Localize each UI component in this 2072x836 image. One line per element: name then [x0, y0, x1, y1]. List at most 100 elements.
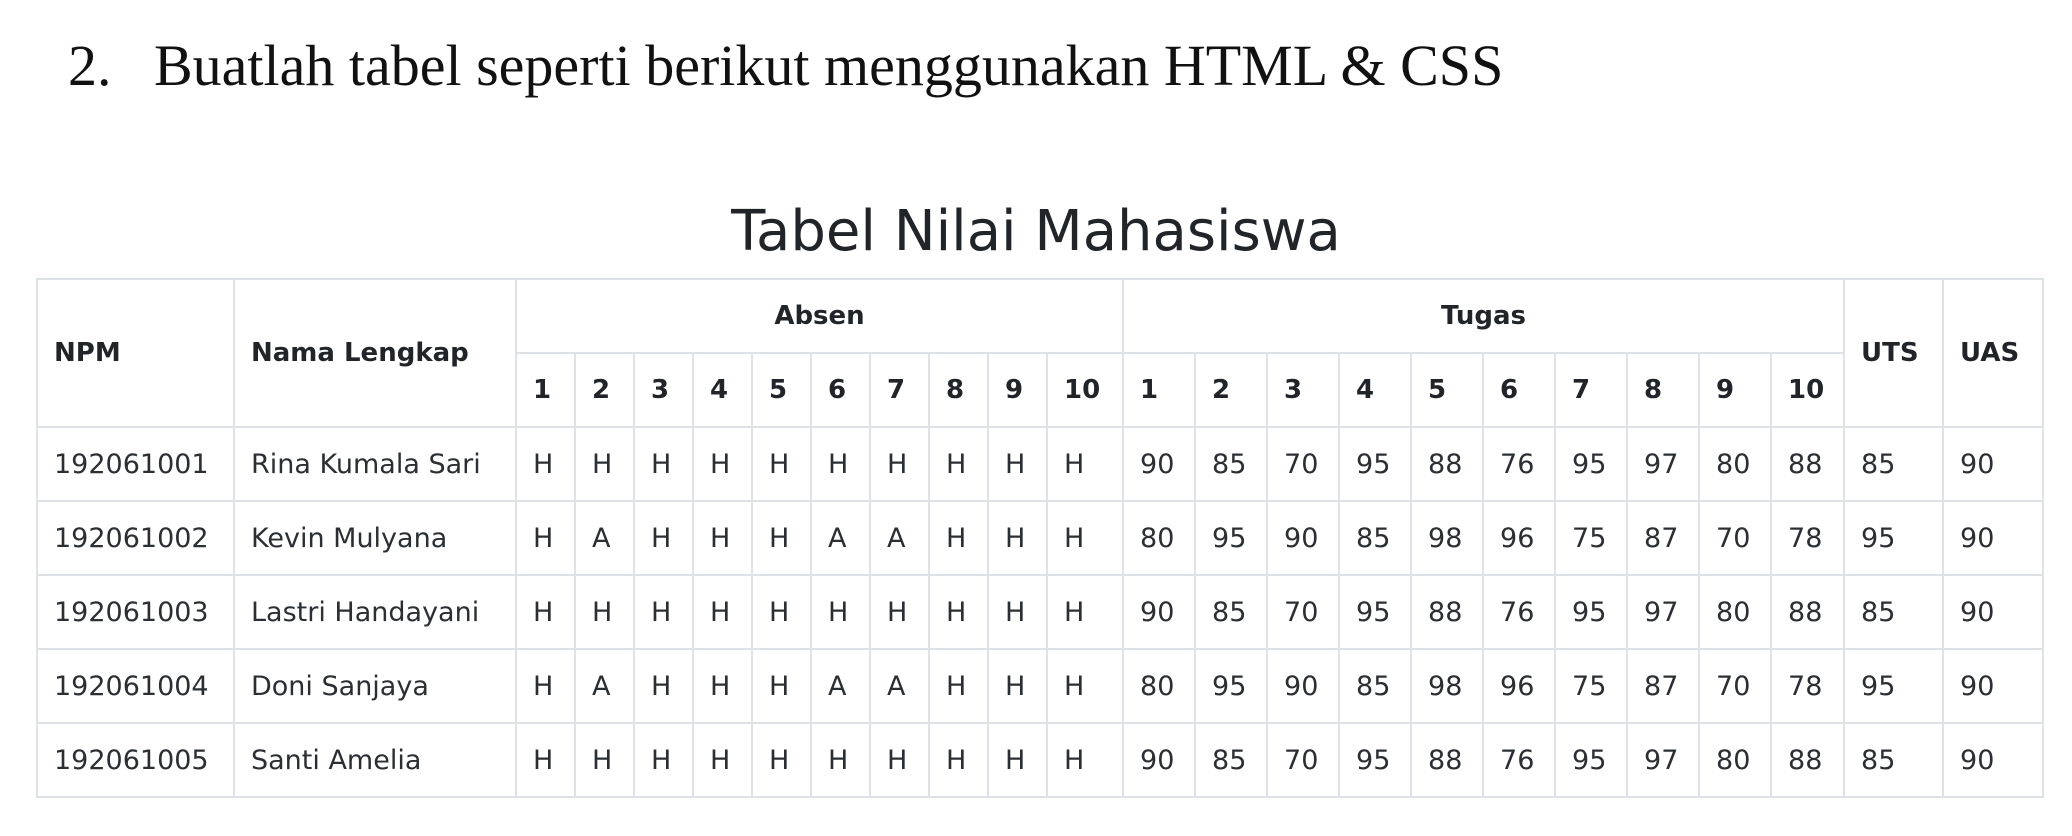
cell-tugas-6: 76	[1482, 574, 1557, 650]
cell-npm: 192061003	[36, 574, 235, 650]
cell-absen-2: A	[574, 500, 635, 576]
cell-absen-1: H	[515, 500, 576, 576]
cell-absen-3: H	[633, 500, 694, 576]
cell-uts: 85	[1843, 426, 1945, 502]
cell-tugas-7: 75	[1554, 500, 1629, 576]
cell-tugas-3: 70	[1266, 722, 1341, 798]
cell-absen-9: H	[987, 722, 1048, 798]
cell-absen-5: H	[751, 648, 812, 724]
cell-absen-3: H	[633, 426, 694, 502]
header-absen-7: 7	[869, 352, 930, 428]
table-row: 192061002 Kevin Mulyana H A H H H A A H H H 80 95 90 85…	[36, 500, 2045, 576]
cell-tugas-1: 80	[1122, 500, 1197, 576]
cell-absen-1: H	[515, 426, 576, 502]
cell-tugas-5: 88	[1410, 722, 1485, 798]
cell-absen-7: H	[869, 426, 930, 502]
cell-npm: 192061005	[36, 722, 235, 798]
cell-absen-7: A	[869, 500, 930, 576]
cell-uas: 90	[1942, 722, 2045, 798]
cell-tugas-1: 90	[1122, 574, 1197, 650]
header-absen-4: 4	[692, 352, 753, 428]
cell-absen-4: H	[692, 426, 753, 502]
cell-absen-7: H	[869, 574, 930, 650]
cell-absen-2: H	[574, 426, 635, 502]
cell-absen-10: H	[1045, 500, 1125, 576]
table-title: Tabel Nilai Mahasiswa	[731, 199, 1341, 264]
cell-uas: 90	[1942, 500, 2045, 576]
cell-tugas-10: 88	[1770, 426, 1846, 502]
cell-absen-6: H	[810, 722, 871, 798]
header-tugas-10: 10	[1770, 352, 1846, 428]
cell-absen-8: H	[928, 500, 989, 576]
table-row: 192061003 Lastri Handayani H H H H H H H H H H 90 85 7…	[36, 574, 2045, 650]
cell-tugas-4: 85	[1338, 648, 1413, 724]
header-absen-2: 2	[574, 352, 635, 428]
header-npm: NPM	[36, 278, 235, 428]
header-tugas-1: 1	[1122, 352, 1197, 428]
table-row: 192061005 Santi Amelia H H H H H H H H H H 90 85 70 95 8…	[36, 722, 2045, 798]
cell-tugas-3: 70	[1266, 574, 1341, 650]
cell-tugas-2: 85	[1194, 574, 1269, 650]
cell-nama: Kevin Mulyana	[233, 500, 517, 576]
cell-uas: 90	[1942, 574, 2045, 650]
cell-tugas-7: 95	[1554, 574, 1629, 650]
cell-absen-2: A	[574, 648, 635, 724]
cell-tugas-2: 95	[1194, 500, 1269, 576]
cell-tugas-8: 97	[1626, 426, 1701, 502]
cell-tugas-3: 70	[1266, 426, 1341, 502]
header-absen: Absen	[514, 278, 1125, 354]
cell-tugas-3: 90	[1266, 500, 1341, 576]
header-tugas-9: 9	[1698, 352, 1773, 428]
header-tugas: Tugas	[1122, 278, 1846, 354]
cell-absen-5: H	[751, 426, 812, 502]
instruction-number: 2.	[68, 33, 112, 98]
header-tugas-4: 4	[1338, 352, 1413, 428]
table-row: 192061004 Doni Sanjaya H A H H H A A H H H 80 95 90 85 9…	[36, 648, 2045, 724]
cell-absen-6: A	[810, 500, 871, 576]
cell-absen-5: H	[751, 574, 812, 650]
cell-tugas-3: 90	[1266, 648, 1341, 724]
cell-absen-9: H	[987, 574, 1048, 650]
cell-tugas-7: 95	[1554, 426, 1629, 502]
cell-absen-7: H	[869, 722, 930, 798]
cell-absen-3: H	[633, 574, 694, 650]
cell-tugas-10: 78	[1770, 648, 1846, 724]
cell-absen-4: H	[692, 648, 753, 724]
cell-absen-2: H	[574, 574, 635, 650]
header-tugas-2: 2	[1194, 352, 1269, 428]
cell-npm: 192061002	[36, 500, 235, 576]
header-tugas-7: 7	[1554, 352, 1629, 428]
cell-tugas-9: 80	[1698, 722, 1773, 798]
header-tugas-8: 8	[1626, 352, 1701, 428]
header-tugas-5: 5	[1410, 352, 1485, 428]
header-absen-1: 1	[515, 352, 576, 428]
cell-absen-2: H	[574, 722, 635, 798]
instruction-line: 2. Buatlah tabel seperti berikut mengguna…	[68, 28, 1503, 104]
cell-tugas-4: 95	[1338, 426, 1413, 502]
cell-tugas-9: 80	[1698, 426, 1773, 502]
cell-tugas-8: 87	[1626, 500, 1701, 576]
cell-tugas-2: 85	[1194, 426, 1269, 502]
header-absen-6: 6	[810, 352, 871, 428]
instruction-text: Buatlah tabel seperti berikut menggunaka…	[154, 33, 1504, 98]
cell-uas: 90	[1942, 648, 2045, 724]
cell-tugas-5: 98	[1410, 500, 1485, 576]
cell-uts: 85	[1843, 574, 1945, 650]
cell-tugas-10: 88	[1770, 574, 1846, 650]
cell-tugas-4: 95	[1338, 574, 1413, 650]
cell-absen-10: H	[1045, 426, 1125, 502]
cell-tugas-10: 88	[1770, 722, 1846, 798]
cell-absen-6: H	[810, 574, 871, 650]
cell-absen-4: H	[692, 574, 753, 650]
header-absen-9: 9	[987, 352, 1048, 428]
header-absen-10: 10	[1045, 352, 1125, 428]
cell-tugas-9: 70	[1698, 500, 1773, 576]
cell-absen-9: H	[987, 500, 1048, 576]
cell-tugas-4: 95	[1338, 722, 1413, 798]
cell-tugas-1: 90	[1122, 722, 1197, 798]
header-nama-lengkap: Nama Lengkap	[233, 278, 517, 428]
cell-uts: 95	[1843, 648, 1945, 724]
cell-absen-1: H	[515, 722, 576, 798]
cell-tugas-5: 88	[1410, 574, 1485, 650]
cell-absen-10: H	[1045, 648, 1125, 724]
